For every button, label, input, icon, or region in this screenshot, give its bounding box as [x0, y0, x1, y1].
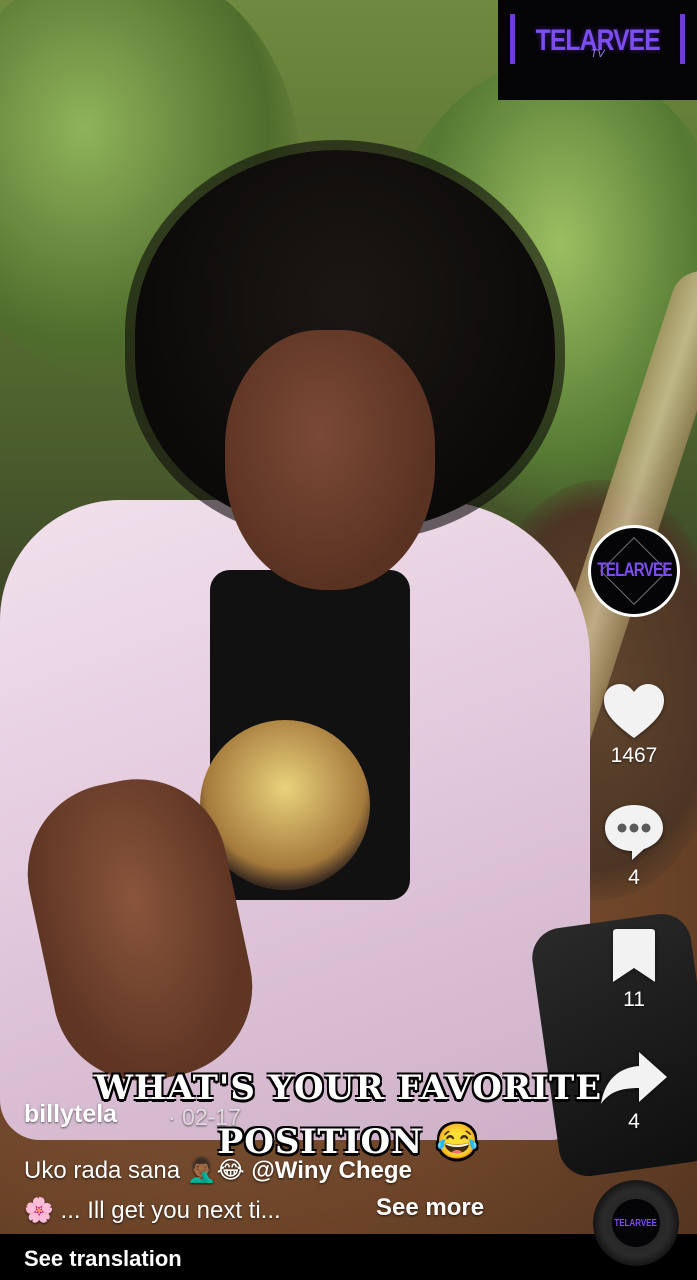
- like-count: 1467: [610, 744, 658, 767]
- comment-count: 4: [628, 866, 640, 889]
- logo-sub-text: TV: [590, 48, 605, 60]
- creator-avatar[interactable]: TELARVEE: [588, 525, 680, 617]
- channel-logo-watermark: TELARVEE TV: [498, 0, 697, 100]
- comment-bubble-icon: [605, 805, 663, 860]
- music-disc-label: TELARVEE: [612, 1199, 660, 1247]
- avatar-text: TELARVEE: [596, 560, 672, 581]
- see-more-link[interactable]: See more: [376, 1194, 484, 1222]
- heart-icon: [604, 684, 664, 738]
- user-mention-link[interactable]: @Winy Chege: [251, 1157, 412, 1184]
- logo-bar-right: [680, 14, 685, 64]
- bookmark-button[interactable]: 11: [596, 928, 672, 1012]
- bookmark-icon: [613, 929, 655, 982]
- music-disc-text: TELARVEE: [614, 1217, 658, 1229]
- person-face: [225, 330, 435, 590]
- creator-username[interactable]: billytela: [24, 1100, 117, 1129]
- music-disc[interactable]: TELARVEE: [593, 1180, 679, 1266]
- post-description: Uko rada sana 🤦🏾‍♂️😂 @Winy Chege: [24, 1156, 412, 1185]
- see-translation-link[interactable]: See translation: [24, 1246, 182, 1272]
- like-button[interactable]: 1467: [596, 682, 672, 768]
- bookmark-count: 11: [623, 988, 645, 1011]
- description-text: Uko rada sana 🤦🏾‍♂️😂: [24, 1157, 252, 1184]
- comment-button[interactable]: 4: [596, 802, 672, 890]
- post-date: · 02-17: [168, 1104, 241, 1130]
- post-description-line2: 🌸 ... Ill get you next ti...: [24, 1197, 281, 1224]
